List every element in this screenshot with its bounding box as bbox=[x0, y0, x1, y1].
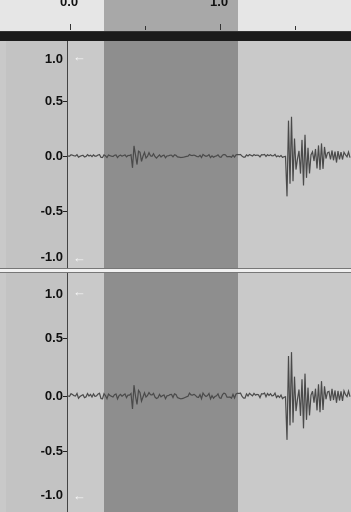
scale-tick bbox=[63, 338, 67, 339]
timeline-tick bbox=[70, 24, 71, 30]
timeline-tick bbox=[220, 24, 221, 30]
scale-label-lower-mid: -0.5 bbox=[40, 203, 63, 218]
scale-label-lower-mid: -0.5 bbox=[40, 443, 63, 458]
scale-label-bottom: -1.0 bbox=[40, 249, 63, 264]
timeline-tick bbox=[295, 26, 296, 30]
waveform-left bbox=[68, 116, 351, 197]
scale-label-top: 1.0 bbox=[44, 286, 63, 301]
audio-track-left-channel[interactable]: 1.0 0.5 0.0 -0.5 -1.0 ← ← bbox=[0, 41, 351, 270]
track-top-separator bbox=[0, 32, 351, 41]
audio-editor-view: 0.0 1.0 1.0 0.5 0.0 -0.5 -1.0 ← ← 1.0 0.… bbox=[0, 0, 351, 512]
vertical-scale-ruler[interactable]: 1.0 0.5 0.0 -0.5 -1.0 bbox=[6, 273, 68, 512]
scale-label-top: 1.0 bbox=[44, 51, 63, 66]
scale-tick bbox=[63, 396, 67, 397]
audio-track-right-channel[interactable]: 1.0 0.5 0.0 -0.5 -1.0 ← ← bbox=[0, 273, 351, 512]
timeline-tick bbox=[145, 26, 146, 30]
scale-label-upper-mid: 0.5 bbox=[44, 93, 63, 108]
scale-label-upper-mid: 0.5 bbox=[44, 330, 63, 345]
scale-label-bottom: -1.0 bbox=[40, 487, 63, 502]
timeline-ruler[interactable]: 0.0 1.0 bbox=[0, 0, 351, 32]
scale-tick bbox=[63, 156, 67, 157]
scale-tick bbox=[63, 101, 67, 102]
vertical-scale-ruler[interactable]: 1.0 0.5 0.0 -0.5 -1.0 bbox=[6, 41, 68, 270]
timeline-label-start: 0.0 bbox=[60, 0, 79, 9]
scale-label-zero: 0.0 bbox=[44, 388, 63, 403]
scale-tick bbox=[63, 451, 67, 452]
waveform-right bbox=[68, 352, 351, 440]
scale-label-zero: 0.0 bbox=[44, 148, 63, 163]
timeline-label-end: 1.0 bbox=[210, 0, 229, 9]
scale-tick bbox=[63, 211, 67, 212]
